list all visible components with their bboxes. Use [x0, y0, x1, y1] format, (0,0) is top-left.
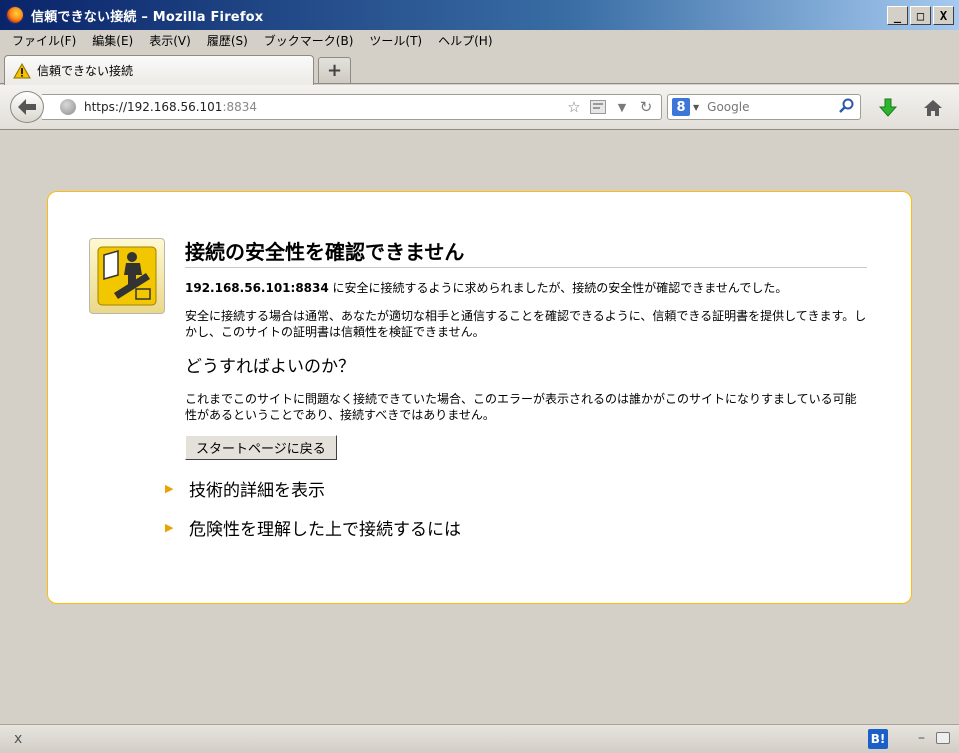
expand-arrow-icon: ▶	[165, 482, 174, 495]
download-arrow-icon	[879, 98, 897, 117]
status-bar: x B! –	[0, 724, 959, 753]
url-host: https://192.168.56.101	[84, 100, 223, 114]
reload-icon[interactable]: ↻	[637, 98, 655, 116]
what-should-i-do-text: これまでこのサイトに問題なく接続できていた場合、このエラーが表示されるのは誰かが…	[185, 392, 857, 422]
menu-edit[interactable]: 編集(E)	[84, 32, 141, 49]
home-icon	[924, 100, 942, 116]
download-button[interactable]	[877, 97, 899, 119]
page-content: 接続の安全性を確認できません 192.168.56.101:8834 に安全に接…	[0, 131, 959, 724]
menu-view[interactable]: 表示(V)	[141, 32, 199, 49]
hatena-bookmark-icon[interactable]: B!	[868, 729, 888, 749]
error-page-container: 接続の安全性を確認できません 192.168.56.101:8834 に安全に接…	[47, 191, 912, 604]
error-description-text: に安全に接続するように求められましたが、接続の安全性が確認できませんでした。	[328, 281, 788, 295]
expand-arrow-icon: ▶	[165, 521, 174, 534]
search-input[interactable]: Google	[707, 100, 839, 114]
speech-bubble-icon[interactable]	[936, 732, 950, 744]
window-title: 信頼できない接続 – Mozilla Firefox	[31, 9, 264, 25]
minimize-button[interactable]: _	[887, 6, 908, 25]
warning-icon	[13, 62, 31, 78]
error-text-block: 接続の安全性を確認できません 192.168.56.101:8834 に安全に接…	[165, 236, 867, 540]
get-me-out-button[interactable]: スタートページに戻る	[185, 435, 337, 460]
menu-history[interactable]: 履歴(S)	[199, 32, 256, 49]
url-bar[interactable]: https://192.168.56.101:8834 ☆ ▼ ↻	[42, 94, 662, 120]
search-icon[interactable]	[839, 98, 854, 117]
url-port: :8834	[222, 100, 258, 114]
tab-untrusted-connection[interactable]: 信頼できない接続	[4, 55, 314, 85]
google-engine-icon[interactable]: 8	[672, 98, 690, 116]
new-tab-button[interactable]: +	[318, 57, 351, 83]
menu-bar: ファイル(F) 編集(E) 表示(V) 履歴(S) ブックマーク(B) ツール(…	[0, 30, 959, 50]
certificate-error-icon	[89, 238, 165, 314]
close-bar-icon[interactable]: x	[14, 731, 22, 747]
back-button[interactable]	[10, 91, 44, 123]
title-bar[interactable]: 信頼できない接続 – Mozilla Firefox _ □ X	[0, 0, 959, 30]
technical-details-label: 技術的詳細を表示	[189, 481, 325, 501]
search-bar[interactable]: 8 ▼ Google	[667, 94, 861, 120]
back-arrow-icon	[18, 99, 36, 115]
home-button[interactable]	[922, 97, 944, 119]
close-button[interactable]: X	[933, 6, 954, 25]
menu-help[interactable]: ヘルプ(H)	[430, 32, 500, 49]
error-host: 192.168.56.101:8834	[185, 281, 329, 295]
maximize-button[interactable]: □	[910, 6, 931, 25]
url-text[interactable]: https://192.168.56.101:8834	[84, 100, 257, 114]
understand-risks-expander[interactable]: ▶ 危険性を理解した上で接続するには	[165, 515, 867, 540]
reader-icon[interactable]	[589, 98, 607, 116]
menu-tools[interactable]: ツール(T)	[361, 32, 430, 49]
menu-bookmarks[interactable]: ブックマーク(B)	[256, 32, 362, 49]
dropdown-arrow-icon[interactable]: ▼	[613, 98, 631, 116]
url-bar-actions: ☆ ▼ ↻	[565, 98, 655, 116]
what-should-i-do-heading: どうすればよいのか？	[185, 357, 355, 377]
technical-details-expander[interactable]: ▶ 技術的詳細を表示	[165, 476, 867, 501]
bookmark-star-icon[interactable]: ☆	[565, 98, 583, 116]
error-title: 接続の安全性を確認できません	[185, 236, 867, 268]
navigation-bar: https://192.168.56.101:8834 ☆ ▼ ↻ 8 ▼ Go…	[0, 85, 959, 130]
status-dash[interactable]: –	[918, 730, 925, 746]
engine-dropdown-icon[interactable]: ▼	[693, 103, 699, 112]
understand-risks-label: 危険性を理解した上で接続するには	[189, 520, 461, 540]
menu-file[interactable]: ファイル(F)	[4, 32, 84, 49]
tab-label: 信頼できない接続	[37, 64, 134, 78]
globe-icon[interactable]	[60, 99, 76, 115]
error-explanation: 安全に接続する場合は通常、あなたが適切な相手と通信することを確認できるように、信…	[185, 309, 867, 339]
tab-strip: 信頼できない接続 +	[0, 52, 959, 85]
error-description: 192.168.56.101:8834 に安全に接続するように求められましたが、…	[185, 280, 867, 296]
firefox-logo-icon	[6, 6, 24, 24]
window-controls: _ □ X	[887, 6, 954, 25]
